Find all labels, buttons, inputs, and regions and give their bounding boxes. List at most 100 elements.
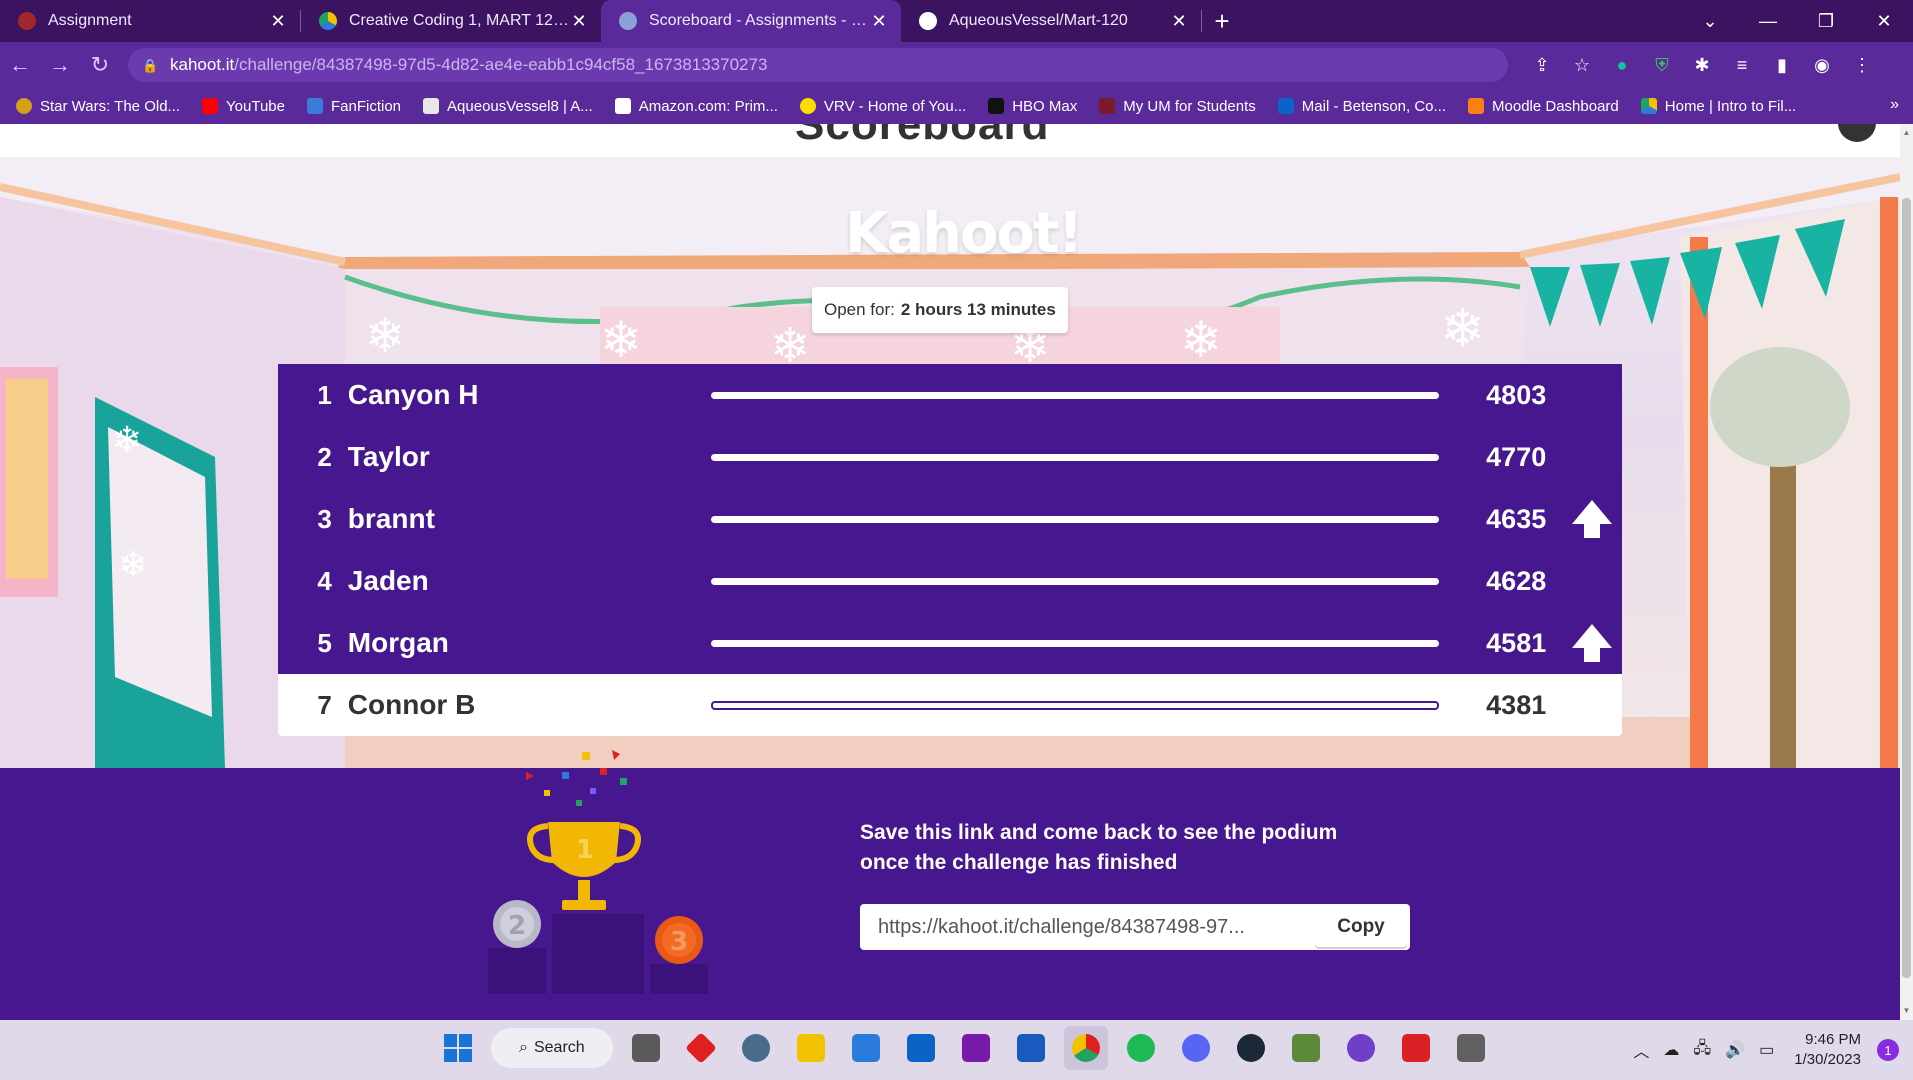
media-control-icon[interactable]: ≡ (1722, 55, 1762, 76)
taskbar-app-minecraft[interactable] (1284, 1026, 1328, 1070)
player-name: brannt (347, 503, 435, 534)
svg-text:❄: ❄ (1180, 311, 1222, 369)
settings-icon (742, 1034, 770, 1062)
share-icon[interactable]: ⇪ (1522, 55, 1562, 76)
notification-badge[interactable]: 1 (1877, 1039, 1899, 1061)
bookmark-star-icon[interactable]: ☆ (1562, 55, 1602, 76)
taskbar-app-calculator[interactable] (1449, 1026, 1493, 1070)
battery-icon[interactable]: ▭ (1759, 1040, 1774, 1060)
taskbar-app-spotify[interactable] (1119, 1026, 1163, 1070)
back-icon[interactable]: ← (0, 52, 40, 78)
taskbar-app-mail[interactable] (899, 1026, 943, 1070)
reload-icon[interactable]: ↻ (80, 52, 120, 78)
google-drive-icon (1640, 98, 1657, 114)
page-scrollbar[interactable]: ▲ ▼ (1900, 124, 1913, 1020)
score-progress-fill (713, 641, 1437, 645)
taskbar-app-chrome[interactable] (1064, 1026, 1108, 1070)
bookmarks-overflow-icon[interactable]: » (1890, 96, 1899, 114)
tab-title: Creative Coding 1, MART 120 | H (349, 12, 569, 29)
tab-scoreboard[interactable]: Scoreboard - Assignments - Kaho ✕ (601, 0, 901, 42)
clock-time: 9:46 PM (1805, 1031, 1861, 1048)
taskbar-app-creative-cloud[interactable] (1394, 1026, 1438, 1070)
bookmark-vrv[interactable]: VRV - Home of You... (799, 98, 966, 115)
taskbar-app-steam[interactable] (1229, 1026, 1273, 1070)
player-name: Connor B (347, 689, 476, 720)
taskbar-search[interactable]: ⌕ Search (491, 1028, 613, 1068)
github-desktop-icon (1347, 1034, 1375, 1062)
open-for-value: 2 hours 13 minutes (900, 300, 1056, 319)
restore-icon[interactable]: ❐ (1797, 11, 1855, 32)
window-close-icon[interactable]: ✕ (1855, 11, 1913, 32)
close-icon[interactable]: ✕ (869, 11, 889, 32)
toolbar: ← → ↻ 🔒 kahoot.it/challenge/84387498-97d… (0, 42, 1913, 88)
bookmark-aqueousvessel[interactable]: AqueousVessel8 | A... (423, 98, 593, 115)
tab-search-icon[interactable]: ⌄ (1681, 11, 1739, 32)
taskbar-app-file-explorer[interactable] (789, 1026, 833, 1070)
close-icon[interactable]: ✕ (1169, 11, 1189, 32)
bookmark-hbo-max[interactable]: HBO Max (988, 98, 1077, 115)
youtube-icon (202, 98, 219, 114)
bookmark-fanfiction[interactable]: FanFiction (307, 98, 401, 115)
bookmark-star-wars[interactable]: Star Wars: The Old... (16, 98, 180, 115)
bookmark-my-um[interactable]: My UM for Students (1099, 98, 1256, 115)
fanfiction-icon (307, 98, 323, 114)
scrollbar-thumb[interactable] (1902, 198, 1911, 978)
scroll-down-icon[interactable]: ▼ (1902, 1006, 1911, 1016)
volume-icon[interactable]: 🔊 (1725, 1040, 1745, 1060)
score-progress-fill (713, 455, 1437, 459)
taskbar-app-discord[interactable] (1174, 1026, 1218, 1070)
taskbar-app-store[interactable] (844, 1026, 888, 1070)
podium-second-label: 2 (508, 911, 526, 941)
bookmark-label: Home | Intro to Fil... (1664, 97, 1797, 115)
extension-icons: ⇪ ☆ ● ⛨ ✱ ≡ ▮ ◉ ⋮ (1522, 55, 1882, 76)
menu-kebab-icon[interactable]: ⋮ (1842, 55, 1882, 76)
amazon-icon (614, 98, 631, 114)
um-icon (1099, 98, 1116, 114)
network-icon[interactable]: 🖧 (1693, 1037, 1711, 1064)
tab-creative-coding[interactable]: Creative Coding 1, MART 120 | H ✕ (301, 0, 601, 42)
clock[interactable]: 9:46 PM 1/30/2023 (1794, 1030, 1861, 1070)
close-icon[interactable]: ✕ (569, 11, 589, 32)
forward-icon[interactable]: → (40, 52, 80, 78)
bookmark-mail[interactable]: Mail - Betenson, Co... (1277, 98, 1446, 115)
trend-up-arrow-icon (1562, 499, 1622, 539)
bookmark-intro-to-film[interactable]: Home | Intro to Fil... (1640, 97, 1797, 115)
onedrive-icon[interactable]: ☁ (1663, 1040, 1679, 1060)
scoreboard-row: 2 Taylor 4770 (278, 426, 1622, 488)
tray-overflow-icon[interactable]: ︿ (1633, 1038, 1649, 1062)
taskbar-app-onenote[interactable] (954, 1026, 998, 1070)
player-score: 4770 (1486, 441, 1547, 472)
clock-date: 1/30/2023 (1794, 1051, 1861, 1068)
shield-icon[interactable]: ⛨ (1642, 55, 1682, 76)
bookmark-amazon[interactable]: Amazon.com: Prim... (614, 98, 778, 115)
player-name: Morgan (347, 627, 449, 658)
profile-avatar-icon[interactable]: ◉ (1802, 55, 1842, 76)
address-bar[interactable]: 🔒 kahoot.it/challenge/84387498-97d5-4d82… (128, 48, 1508, 82)
extensions-puzzle-icon[interactable]: ✱ (1682, 55, 1722, 76)
grammarly-icon[interactable]: ● (1602, 55, 1642, 76)
taskbar-app-task-view[interactable] (624, 1026, 668, 1070)
new-tab-button[interactable]: + (1202, 0, 1242, 42)
copy-link-button[interactable]: Copy (1315, 907, 1407, 947)
svg-text:❄: ❄ (1440, 297, 1485, 360)
player-name: Canyon H (347, 379, 479, 410)
close-icon[interactable]: ✕ (268, 11, 288, 32)
start-button[interactable] (436, 1026, 480, 1070)
taskbar-app-red[interactable] (679, 1026, 723, 1070)
minimize-icon[interactable]: — (1739, 11, 1797, 32)
taskbar-app-word[interactable] (1009, 1026, 1053, 1070)
bookmark-youtube[interactable]: YouTube (202, 98, 285, 115)
url-path: /challenge/84387498-97d5-4d82-ae4e-eabb1… (234, 55, 768, 74)
challenge-link-input[interactable] (860, 904, 1315, 950)
trend-slot (1562, 437, 1622, 477)
steam-icon (1237, 1034, 1265, 1062)
lock-icon[interactable]: 🔒 (142, 58, 158, 73)
side-panel-icon[interactable]: ▮ (1762, 55, 1802, 76)
taskbar-app-settings[interactable] (734, 1026, 778, 1070)
tab-assignment[interactable]: Assignment ✕ (0, 0, 300, 42)
scroll-up-icon[interactable]: ▲ (1902, 128, 1911, 138)
tab-github[interactable]: AqueousVessel/Mart-120 ✕ (901, 0, 1201, 42)
user-avatar-icon[interactable] (1838, 124, 1876, 142)
bookmark-moodle[interactable]: Moodle Dashboard (1468, 98, 1619, 115)
taskbar-app-github-desktop[interactable] (1339, 1026, 1383, 1070)
